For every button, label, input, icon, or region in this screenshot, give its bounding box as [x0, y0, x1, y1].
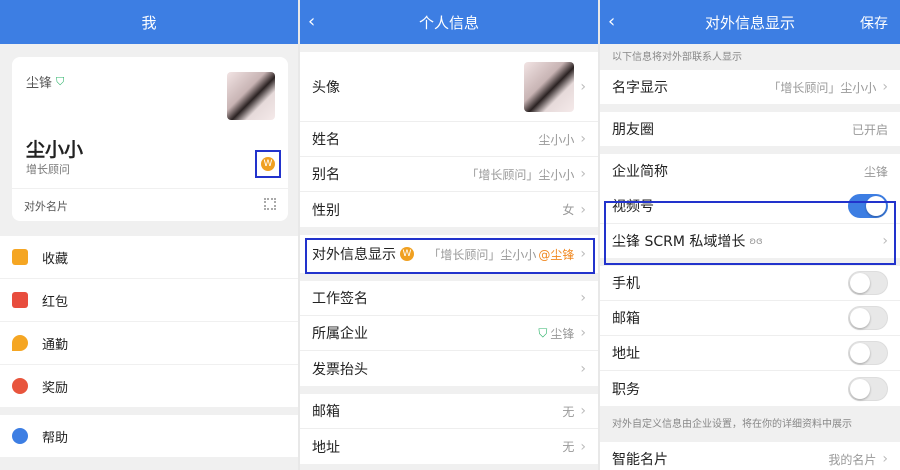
chevron-right-icon: › [580, 290, 586, 306]
smart-card-row[interactable]: 智能名片 我的名片 › [600, 442, 900, 470]
chevron-right-icon: › [580, 78, 586, 95]
address-row: 地址 [600, 336, 900, 371]
back-chevron-icon[interactable]: ‹ [308, 12, 328, 32]
email-row[interactable]: 邮箱 无 › [300, 394, 598, 429]
address-toggle[interactable] [848, 341, 888, 365]
card-label: 对外名片 [24, 200, 68, 213]
save-button[interactable]: 保存 [860, 13, 888, 33]
menu-item-help[interactable]: 帮助 [0, 415, 298, 457]
invoice-row[interactable]: 发票抬头 › [300, 351, 598, 386]
position-row: 职务 [600, 371, 900, 406]
signature-row[interactable]: 工作签名 › [300, 281, 598, 316]
back-chevron-icon[interactable]: ‹ [608, 12, 628, 32]
personal-info-panel: ‹ 个人信息 头像 › 姓名 尘小小 › 别名 「增长顾问」尘小小 › 性别 女 › … [300, 0, 598, 470]
red-envelope-icon [12, 292, 28, 308]
chevron-right-icon: › [882, 79, 888, 95]
gender-row[interactable]: 性别 女 › [300, 192, 598, 227]
moments-row[interactable]: 朋友圈 已开启 [600, 112, 900, 146]
menu-item-collect[interactable]: 收藏 [0, 236, 298, 278]
page-title: 我 [141, 13, 157, 32]
name-row[interactable]: 姓名 尘小小 › [300, 122, 598, 157]
menu-item-commute[interactable]: 通勤 [0, 322, 298, 364]
verified-shield-icon: ⛉ [538, 325, 548, 340]
chat-bubble-icon [12, 428, 28, 444]
chevron-right-icon: › [580, 131, 586, 147]
alias-row[interactable]: 别名 「增长顾问」尘小小 › [300, 157, 598, 192]
highlight-box [305, 238, 595, 274]
page-title: 个人信息 [418, 13, 479, 32]
navbar: 我 [0, 0, 298, 44]
position-toggle[interactable] [848, 376, 888, 401]
navbar: ‹ 个人信息 [300, 0, 598, 44]
chevron-right-icon: › [580, 166, 586, 182]
chevron-right-icon: › [882, 451, 888, 467]
custom-info-note: 对外自定义信息由企业设置，将在你的详细资料中展示 [612, 419, 852, 430]
address-row[interactable]: 地址 无 › [300, 429, 598, 464]
phone-row: 手机 [600, 266, 900, 301]
chevron-right-icon: › [580, 325, 586, 341]
display-name-row[interactable]: 名字显示 「增长顾问」尘小小 › [600, 70, 900, 104]
me-panel: 我 尘锋 ⛉ 尘小小 增长顾问 W 对外名片 收藏 红包 通勤 奖励 帮助 [0, 0, 298, 470]
menu-item-red-envelope[interactable]: 红包 [0, 279, 298, 321]
phone-toggle[interactable] [848, 271, 888, 295]
chevron-right-icon: › [580, 403, 586, 419]
external-info-panel: ‹ 对外信息显示 保存 以下信息将对外部联系人显示 名字显示 「增长顾问」尘小小… [600, 0, 900, 470]
menu-item-reward[interactable]: 奖励 [0, 365, 298, 407]
medal-icon [12, 378, 28, 394]
chevron-right-icon: › [580, 201, 586, 218]
chevron-right-icon: › [580, 438, 586, 455]
highlight-box [604, 201, 896, 265]
profile-name: 尘小小 [26, 139, 84, 161]
highlight-box [255, 150, 281, 178]
box-icon [12, 249, 28, 265]
location-pin-icon [12, 335, 28, 351]
page-title: 对外信息显示 [704, 13, 795, 32]
email-row: 邮箱 [600, 301, 900, 336]
avatar[interactable] [227, 72, 275, 120]
navbar: ‹ 对外信息显示 保存 [600, 0, 900, 44]
company-row[interactable]: 所属企业 ⛉ 尘锋 › [300, 316, 598, 351]
avatar [524, 61, 575, 112]
company-short-name-row: 企业简称 尘锋 [600, 154, 900, 188]
qr-code-icon[interactable] [264, 198, 276, 210]
profile-card[interactable]: 尘锋 ⛉ 尘小小 增长顾问 W 对外名片 [12, 57, 288, 221]
chevron-right-icon: › [580, 360, 586, 377]
info-note: 以下信息将对外部联系人显示 [612, 52, 742, 63]
email-toggle[interactable] [848, 306, 888, 330]
verified-shield-icon: ⛉ [56, 74, 65, 88]
company-name: 尘锋 [26, 76, 53, 91]
profile-role: 增长顾问 [26, 163, 70, 176]
avatar-row[interactable]: 头像 › [300, 52, 598, 122]
